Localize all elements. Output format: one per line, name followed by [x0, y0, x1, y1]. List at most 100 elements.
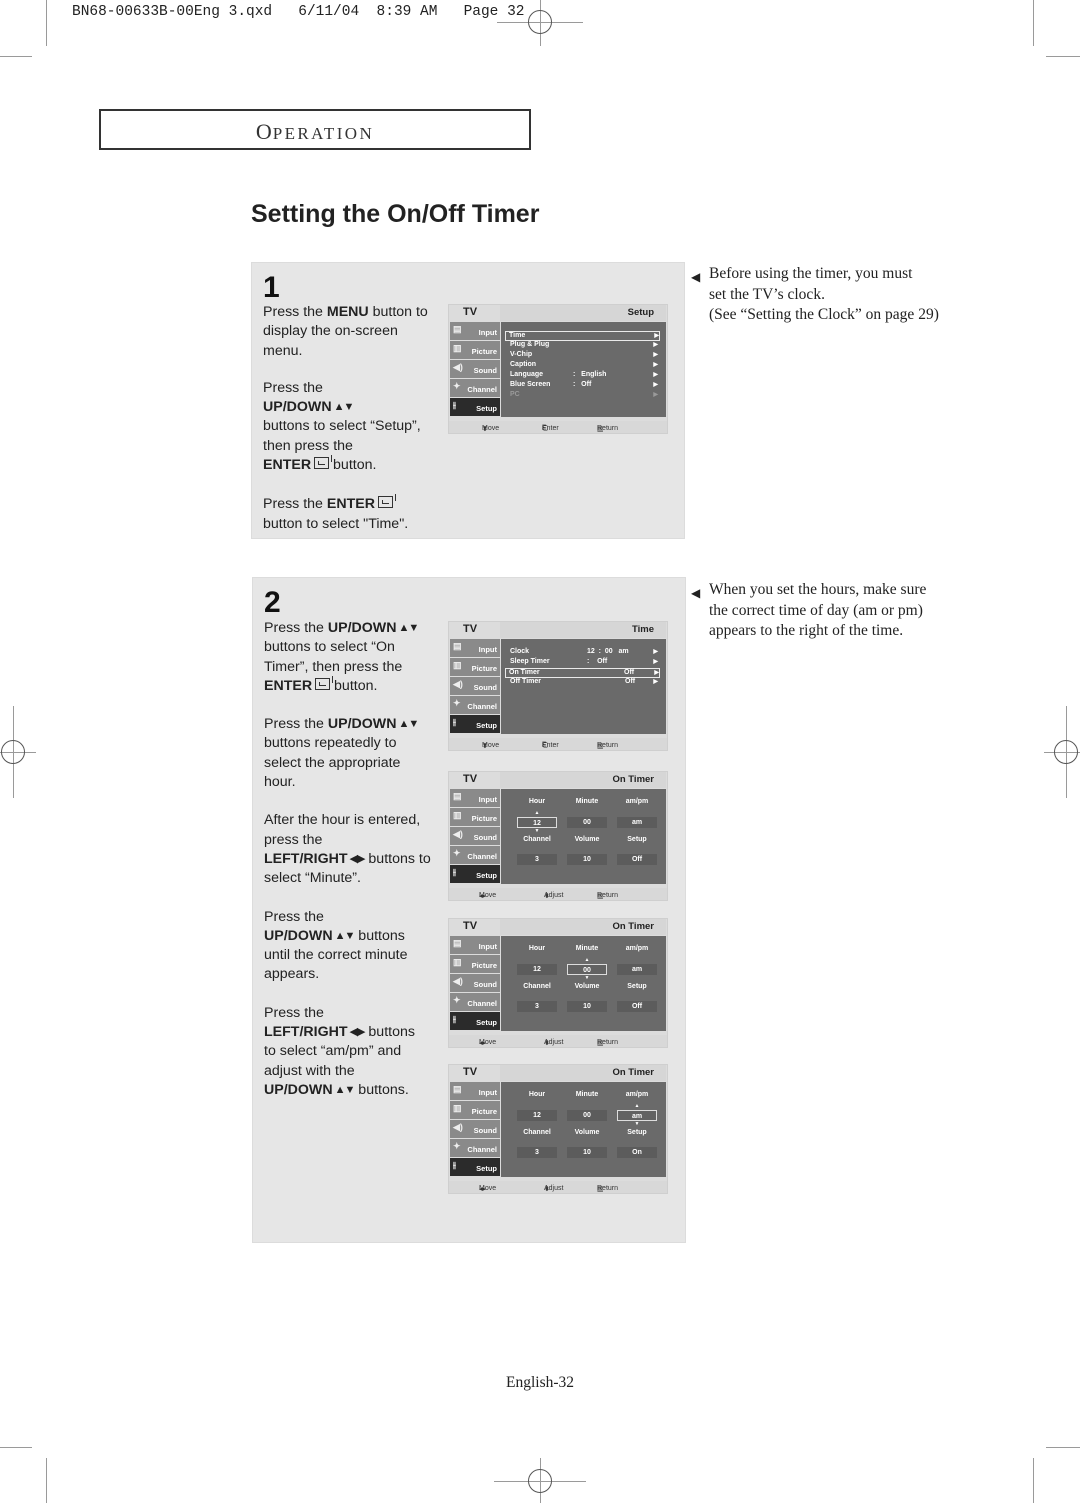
note-marker-icon: ◀ [691, 586, 701, 600]
osd-field-label: am/pm [625, 945, 649, 952]
right-arrow-icon: ▶ [653, 392, 658, 398]
up-down-arrows-icon: ▲▼ [398, 622, 419, 634]
osd-sidebar-channel: ✦ Channel [450, 696, 500, 714]
instruction: Press the UP/DOWN ▲▼ buttons until the corr… [264, 908, 408, 983]
right-arrow-icon: ▶ [653, 372, 658, 378]
picture-icon: ▥ [453, 660, 462, 670]
osd-tv-label: TV [463, 1066, 478, 1078]
osd-sidebar-input: ▤ Input [450, 936, 500, 954]
osd-footer: ◂▸ Move ⬍ Adjust ▥ Return [449, 1035, 667, 1047]
osd-sidebar-picture: ▥ Picture [450, 955, 500, 973]
osd-footer: ◂▸ Move ⬍ Adjust ▥ Return [449, 1181, 667, 1193]
osd-sidebar-picture: ▥ Picture [450, 808, 500, 826]
osd-sidebar-channel: ✦ Channel [450, 1139, 500, 1157]
osd-sidebar-input: ▤ Input [450, 789, 500, 807]
tv-osd-on-timer: TV On Timer ▤ Input ▥ Picture ◀) Sound ✦ Channel… [448, 918, 668, 1048]
osd-field-value: 10 [567, 854, 607, 865]
step-2-instructions: Press the UP/DOWN ▲▼ buttons to select “On… [264, 619, 444, 1118]
up-down-arrows-icon: ▲▼ [334, 1083, 356, 1096]
osd-menu-row: On Timer Off ▶ [505, 668, 660, 678]
sound-icon: ◀) [453, 362, 463, 372]
crop-mark [0, 1447, 32, 1448]
osd-field-value: 10 [567, 1147, 607, 1158]
channel-icon: ✦ [453, 1141, 461, 1151]
tv-osd-on-timer: TV On Timer ▤ Input ▥ Picture ◀) Sound ✦ Channel… [448, 1064, 668, 1194]
tv-osd-setup-menu: TV Setup ▤ Input ▥ Picture ◀) Sound ✦ Channel… [448, 304, 668, 434]
osd-field-value: Off [617, 854, 657, 865]
registration-mark-icon [528, 1469, 552, 1493]
crop-mark [1046, 56, 1080, 57]
enter-icon [314, 455, 333, 470]
osd-sidebar-channel: ✦ Channel [450, 846, 500, 864]
osd-field-value: 00 [567, 957, 607, 981]
setup-icon: ⫲ [453, 867, 456, 877]
osd-field-label: am/pm [625, 1091, 649, 1098]
picture-icon: ▥ [453, 1103, 462, 1113]
step-1-instructions: Press the MENU button to display the on-… [263, 303, 438, 552]
osd-footer: ⬍ Move ⎗ Enter ▥ Return [449, 421, 667, 433]
osd-sidebar-input: ▤ Input [450, 639, 500, 657]
osd-field-value: Off [617, 1001, 657, 1012]
crop-mark [1046, 1447, 1080, 1448]
osd-menu-list: Clock 12 : 00 am ▶ Sleep Timer: Off ▶ On Ti… [501, 639, 666, 734]
osd-footer: ◂▸ Move ⬍ Adjust ▥ Return [449, 888, 667, 900]
instruction: Press the UP/DOWN ▲▼ buttons repeatedly to… [264, 716, 419, 791]
osd-sidebar-picture: ▥ Picture [450, 341, 500, 359]
osd-sidebar-setup: ⫲ Setup [450, 865, 500, 883]
osd-field-value: 3 [517, 1001, 557, 1012]
channel-icon: ✦ [453, 698, 461, 708]
instruction: Press the LEFT/RIGHT ◀▶ buttons to select “… [264, 1004, 444, 1100]
crop-mark [46, 0, 47, 46]
picture-icon: ▥ [453, 957, 462, 967]
osd-sidebar: ▤ Input ▥ Picture ◀) Sound ✦ Channel ⫲ Setup [450, 936, 500, 1031]
enter-icon [377, 494, 396, 509]
note-marker-icon: ◀ [691, 270, 701, 284]
crop-mark [1033, 0, 1034, 46]
osd-field-value: On [617, 1147, 657, 1158]
osd-sidebar-sound: ◀) Sound [450, 677, 500, 695]
osd-field-value: 10 [567, 1001, 607, 1012]
osd-sidebar-setup: ⫲ Setup [450, 398, 500, 416]
note-line: Before using the timer, you must [709, 265, 913, 282]
note-line: (See “Setting the Clock” on page 29) [709, 306, 939, 323]
osd-sidebar-sound: ◀) Sound [450, 974, 500, 992]
enter-icon [315, 675, 334, 690]
up-down-arrows-icon: ▲▼ [334, 929, 356, 942]
note-line: the correct time of day (am or pm) [709, 601, 923, 619]
osd-sidebar-setup: ⫲ Setup [450, 1012, 500, 1030]
osd-timer-grid: Hour12Channel3Minute00Volume10am/pmamSet… [501, 1082, 666, 1177]
osd-sidebar: ▤ Input ▥ Picture ◀) Sound ✦ Channel ⫲ Setup [450, 789, 500, 884]
up-down-arrows-icon: ▲▼ [333, 401, 355, 414]
print-slug: BN68-00633B-00Eng 3.qxd 6/11/04 8:39 AM … [72, 4, 525, 20]
osd-title: On Timer [612, 1067, 654, 1078]
picture-icon: ▥ [453, 343, 462, 353]
channel-icon: ✦ [453, 381, 461, 391]
osd-footer: ⬍ Move ⎗ Enter ▥ Return [449, 738, 667, 750]
instruction: After the hour is entered, press the LEFT/… [264, 812, 431, 887]
osd-sidebar: ▤ Input ▥ Picture ◀) Sound ✦ Channel ⫲ Setup [450, 1082, 500, 1177]
step-2-panel: 2 Press the UP/DOWN ▲▼ buttons to select “… [252, 577, 686, 1243]
input-icon: ▤ [453, 938, 462, 948]
instruction: Press the MENU button to display the on-… [263, 304, 428, 359]
sound-icon: ◀) [453, 829, 463, 839]
section-header: OPERATION [99, 109, 531, 150]
osd-field-label: Setup [627, 1129, 647, 1136]
setup-icon: ⫲ [453, 1014, 456, 1024]
crop-mark [1033, 1458, 1034, 1503]
osd-menu-list: Time ▶ Plug & Plug ▶ V-Chip ▶ Caption ▶ Lang… [501, 322, 666, 417]
instruction: Press the ENTER button to select "Time". [263, 494, 409, 532]
picture-icon: ▥ [453, 810, 462, 820]
osd-tv-label: TV [463, 306, 478, 318]
crop-mark [46, 1458, 47, 1503]
tv-osd-on-timer: TV On Timer ▤ Input ▥ Picture ◀) Sound ✦ Channel… [448, 771, 668, 901]
osd-sidebar-picture: ▥ Picture [450, 1101, 500, 1119]
osd-menu-row: Caption ▶ [510, 361, 658, 368]
section-title-initial: O [255, 119, 273, 144]
left-right-arrows-icon: ◀▶ [349, 852, 366, 865]
input-icon: ▤ [453, 1084, 462, 1094]
right-arrow-icon: ▶ [653, 382, 658, 388]
tv-osd-time-menu: TV Time ▤ Input ▥ Picture ◀) Sound ✦ Channel … [448, 621, 668, 751]
registration-mark-icon [1054, 740, 1078, 764]
channel-icon: ✦ [453, 995, 461, 1005]
sound-icon: ◀) [453, 679, 463, 689]
